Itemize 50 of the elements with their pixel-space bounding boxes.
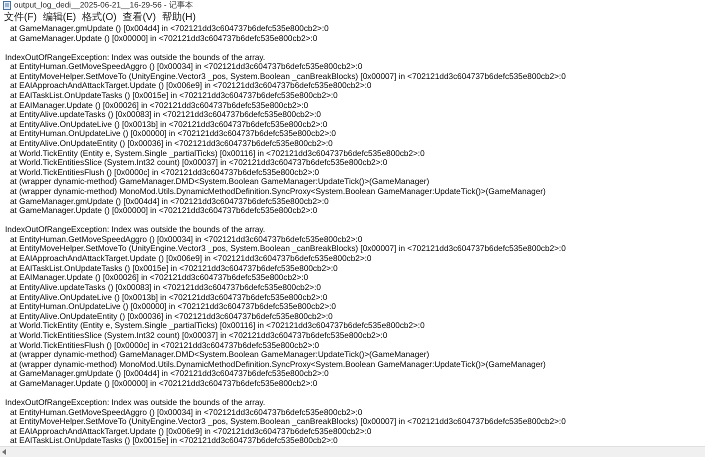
notepad-icon <box>3 1 11 10</box>
stack-frame-line: at EAITaskList.OnUpdateTasks () [0x0015e] in <702121dd3c604737b6defc535e800cb2>:0 <box>9 91 339 101</box>
stack-frame-line: at EAIApproachAndAttackTarget.Update () [0x006e9] in <702121dd3c604737b6defc535e800cb2>:0 <box>9 426 372 436</box>
horizontal-scrollbar[interactable] <box>0 446 705 457</box>
window-title: output_log_dedi__2025-06-21__16-29-56 - 记事本 <box>14 1 193 10</box>
stack-frame-line: at GameManager.Update () [0x00000] in <702121dd3c604737b6defc535e800cb2>:0 <box>9 206 318 216</box>
exception-line: IndexOutOfRangeException: Index was outside the bounds of the array. <box>5 52 266 62</box>
stack-frame-line: at (wrapper dynamic-method) GameManager.DMD<System.Boolean GameManager:UpdateTick()>(GameManager) <box>9 177 430 188</box>
menu-item[interactable]: 帮助(H) <box>160 12 197 24</box>
stack-frame-line: at EntityAlive.updateTasks () [0x00083] in <702121dd3c604737b6defc535e800cb2>:0 <box>9 110 322 120</box>
stack-frame-line: at EntityMoveHelper.SetMoveTo (UnityEngine.Vector3 _pos, System.Boolean _canBreakBlocks) [0x00007] in <702121dd3c604737b6defc535e800cb2>:0 <box>9 417 567 427</box>
stack-frame-line: at EntityMoveHelper.SetMoveTo (UnityEngine.Vector3 _pos, System.Boolean _canBreakBlocks) [0x00007] in <702121dd3c604737b6defc535e800cb2>:0 <box>9 244 567 254</box>
exception-line: IndexOutOfRangeException: Index was outside the bounds of the array. <box>5 398 266 408</box>
stack-frame-line: at GameManager.gmUpdate () [0x004d4] in <702121dd3c604737b6defc535e800cb2>:0 <box>9 369 330 380</box>
stack-frame-line: at World.TickEntitiesSlice (System.Int32 count) [0x00037] in <702121dd3c604737b6defc535e800cb2>:0 <box>9 330 388 341</box>
stack-frame-line: at (wrapper dynamic-method) MonoMod.Utils.DynamicMethodDefinition.SyncProxy<System.Boolean GameManager:UpdateTick()>(GameManager) <box>9 187 547 197</box>
stack-frame-line: at EAIManager.Update () [0x00026] in <702121dd3c604737b6defc535e800cb2>:0 <box>9 273 310 283</box>
stack-frame-line: at World.TickEntity (Entity e, System.Single _partialTicks) [0x00116] in <702121dd3c604737b6defc535e800cb2>:0 <box>9 148 426 158</box>
stack-frame-line: at EntityAlive.OnUpdateLive () [0x0013b] in <702121dd3c604737b6defc535e800cb2>:0 <box>9 292 328 302</box>
stack-frame-line: at GameManager.gmUpdate () [0x004d4] in <702121dd3c604737b6defc535e800cb2>:0 <box>9 196 330 206</box>
stack-frame-line: at World.TickEntitiesFlush () [0x0000c] in <702121dd3c604737b6defc535e800cb2>:0 <box>9 168 320 178</box>
menu-item[interactable]: 编辑(E) <box>42 12 78 24</box>
stack-frame-line: at EAIApproachAndAttackTarget.Update () [0x006e9] in <702121dd3c604737b6defc535e800cb2>:0 <box>9 81 372 91</box>
stack-frame-line: at GameManager.Update () [0x00000] in <702121dd3c604737b6defc535e800cb2>:0 <box>9 34 318 44</box>
stack-frame-line: at World.TickEntity (Entity e, System.Single _partialTicks) [0x00116] in <702121dd3c604737b6defc535e800cb2>:0 <box>9 321 426 331</box>
stack-frame-line: at GameManager.Update () [0x00000] in <702121dd3c604737b6defc535e800cb2>:0 <box>9 379 318 389</box>
stack-frame-line: at (wrapper dynamic-method) MonoMod.Utils.DynamicMethodDefinition.SyncProxy<System.Boolean GameManager:UpdateTick()>(GameManager) <box>9 360 547 370</box>
scroll-left-icon[interactable] <box>2 449 7 455</box>
stack-frame-line: at EAITaskList.OnUpdateTasks () [0x0015e] in <702121dd3c604737b6defc535e800cb2>:0 <box>9 264 339 274</box>
stack-frame-line: at EAIApproachAndAttackTarget.Update () [0x006e9] in <702121dd3c604737b6defc535e800cb2>:0 <box>9 254 372 264</box>
stack-frame-line: at World.TickEntitiesSlice (System.Int32 count) [0x00037] in <702121dd3c604737b6defc535e800cb2>:0 <box>9 158 388 168</box>
menu-item[interactable]: 查看(V) <box>122 12 157 24</box>
exception-line: IndexOutOfRangeException: Index was outside the bounds of the array. <box>5 225 266 235</box>
stack-frame-line: at EntityMoveHelper.SetMoveTo (UnityEngine.Vector3 _pos, System.Boolean _canBreakBlocks) [0x00007] in <702121dd3c604737b6defc535e800cb2>:0 <box>9 72 567 82</box>
stack-frame-line: at EntityAlive.OnUpdateEntity () [0x00036] in <702121dd3c604737b6defc535e800cb2>:0 <box>9 139 334 149</box>
stack-frame-line: at EntityAlive.updateTasks () [0x00083] in <702121dd3c604737b6defc535e800cb2>:0 <box>9 282 322 293</box>
stack-frame-line: at EntityAlive.OnUpdateLive () [0x0013b] in <702121dd3c604737b6defc535e800cb2>:0 <box>9 120 328 130</box>
stack-frame-line: at EntityHuman.GetMoveSpeedAggro () [0x00034] in <702121dd3c604737b6defc535e800cb2>:0 <box>9 62 364 72</box>
stack-frame-line: at EAIManager.Update () [0x00026] in <702121dd3c604737b6defc535e800cb2>:0 <box>9 100 310 110</box>
stack-frame-line: at GameManager.gmUpdate () [0x004d4] in <702121dd3c604737b6defc535e800cb2>:0 <box>9 24 330 34</box>
menu-item[interactable]: 格式(O) <box>81 12 118 24</box>
stack-frame-line: at EntityHuman.GetMoveSpeedAggro () [0x00034] in <702121dd3c604737b6defc535e800cb2>:0 <box>9 408 364 418</box>
stack-frame-line: at EntityAlive.OnUpdateEntity () [0x00036] in <702121dd3c604737b6defc535e800cb2>:0 <box>9 312 334 322</box>
stack-frame-line: at EntityHuman.GetMoveSpeedAggro () [0x00034] in <702121dd3c604737b6defc535e800cb2>:0 <box>9 234 364 244</box>
stack-frame-line: at (wrapper dynamic-method) GameManager.DMD<System.Boolean GameManager:UpdateTick()>(GameManager) <box>9 350 430 360</box>
stack-frame-line: at EntityHuman.OnUpdateLive () [0x00000] in <702121dd3c604737b6defc535e800cb2>:0 <box>9 302 337 312</box>
stack-frame-line: at EAITaskList.OnUpdateTasks () [0x0015e] in <702121dd3c604737b6defc535e800cb2>:0 <box>9 436 339 446</box>
stack-frame-line: at EntityHuman.OnUpdateLive () [0x00000] in <702121dd3c604737b6defc535e800cb2>:0 <box>9 129 337 140</box>
menu-item[interactable]: 文件(F) <box>3 12 38 24</box>
stack-frame-line: at World.TickEntitiesFlush () [0x0000c] in <702121dd3c604737b6defc535e800cb2>:0 <box>9 340 320 350</box>
